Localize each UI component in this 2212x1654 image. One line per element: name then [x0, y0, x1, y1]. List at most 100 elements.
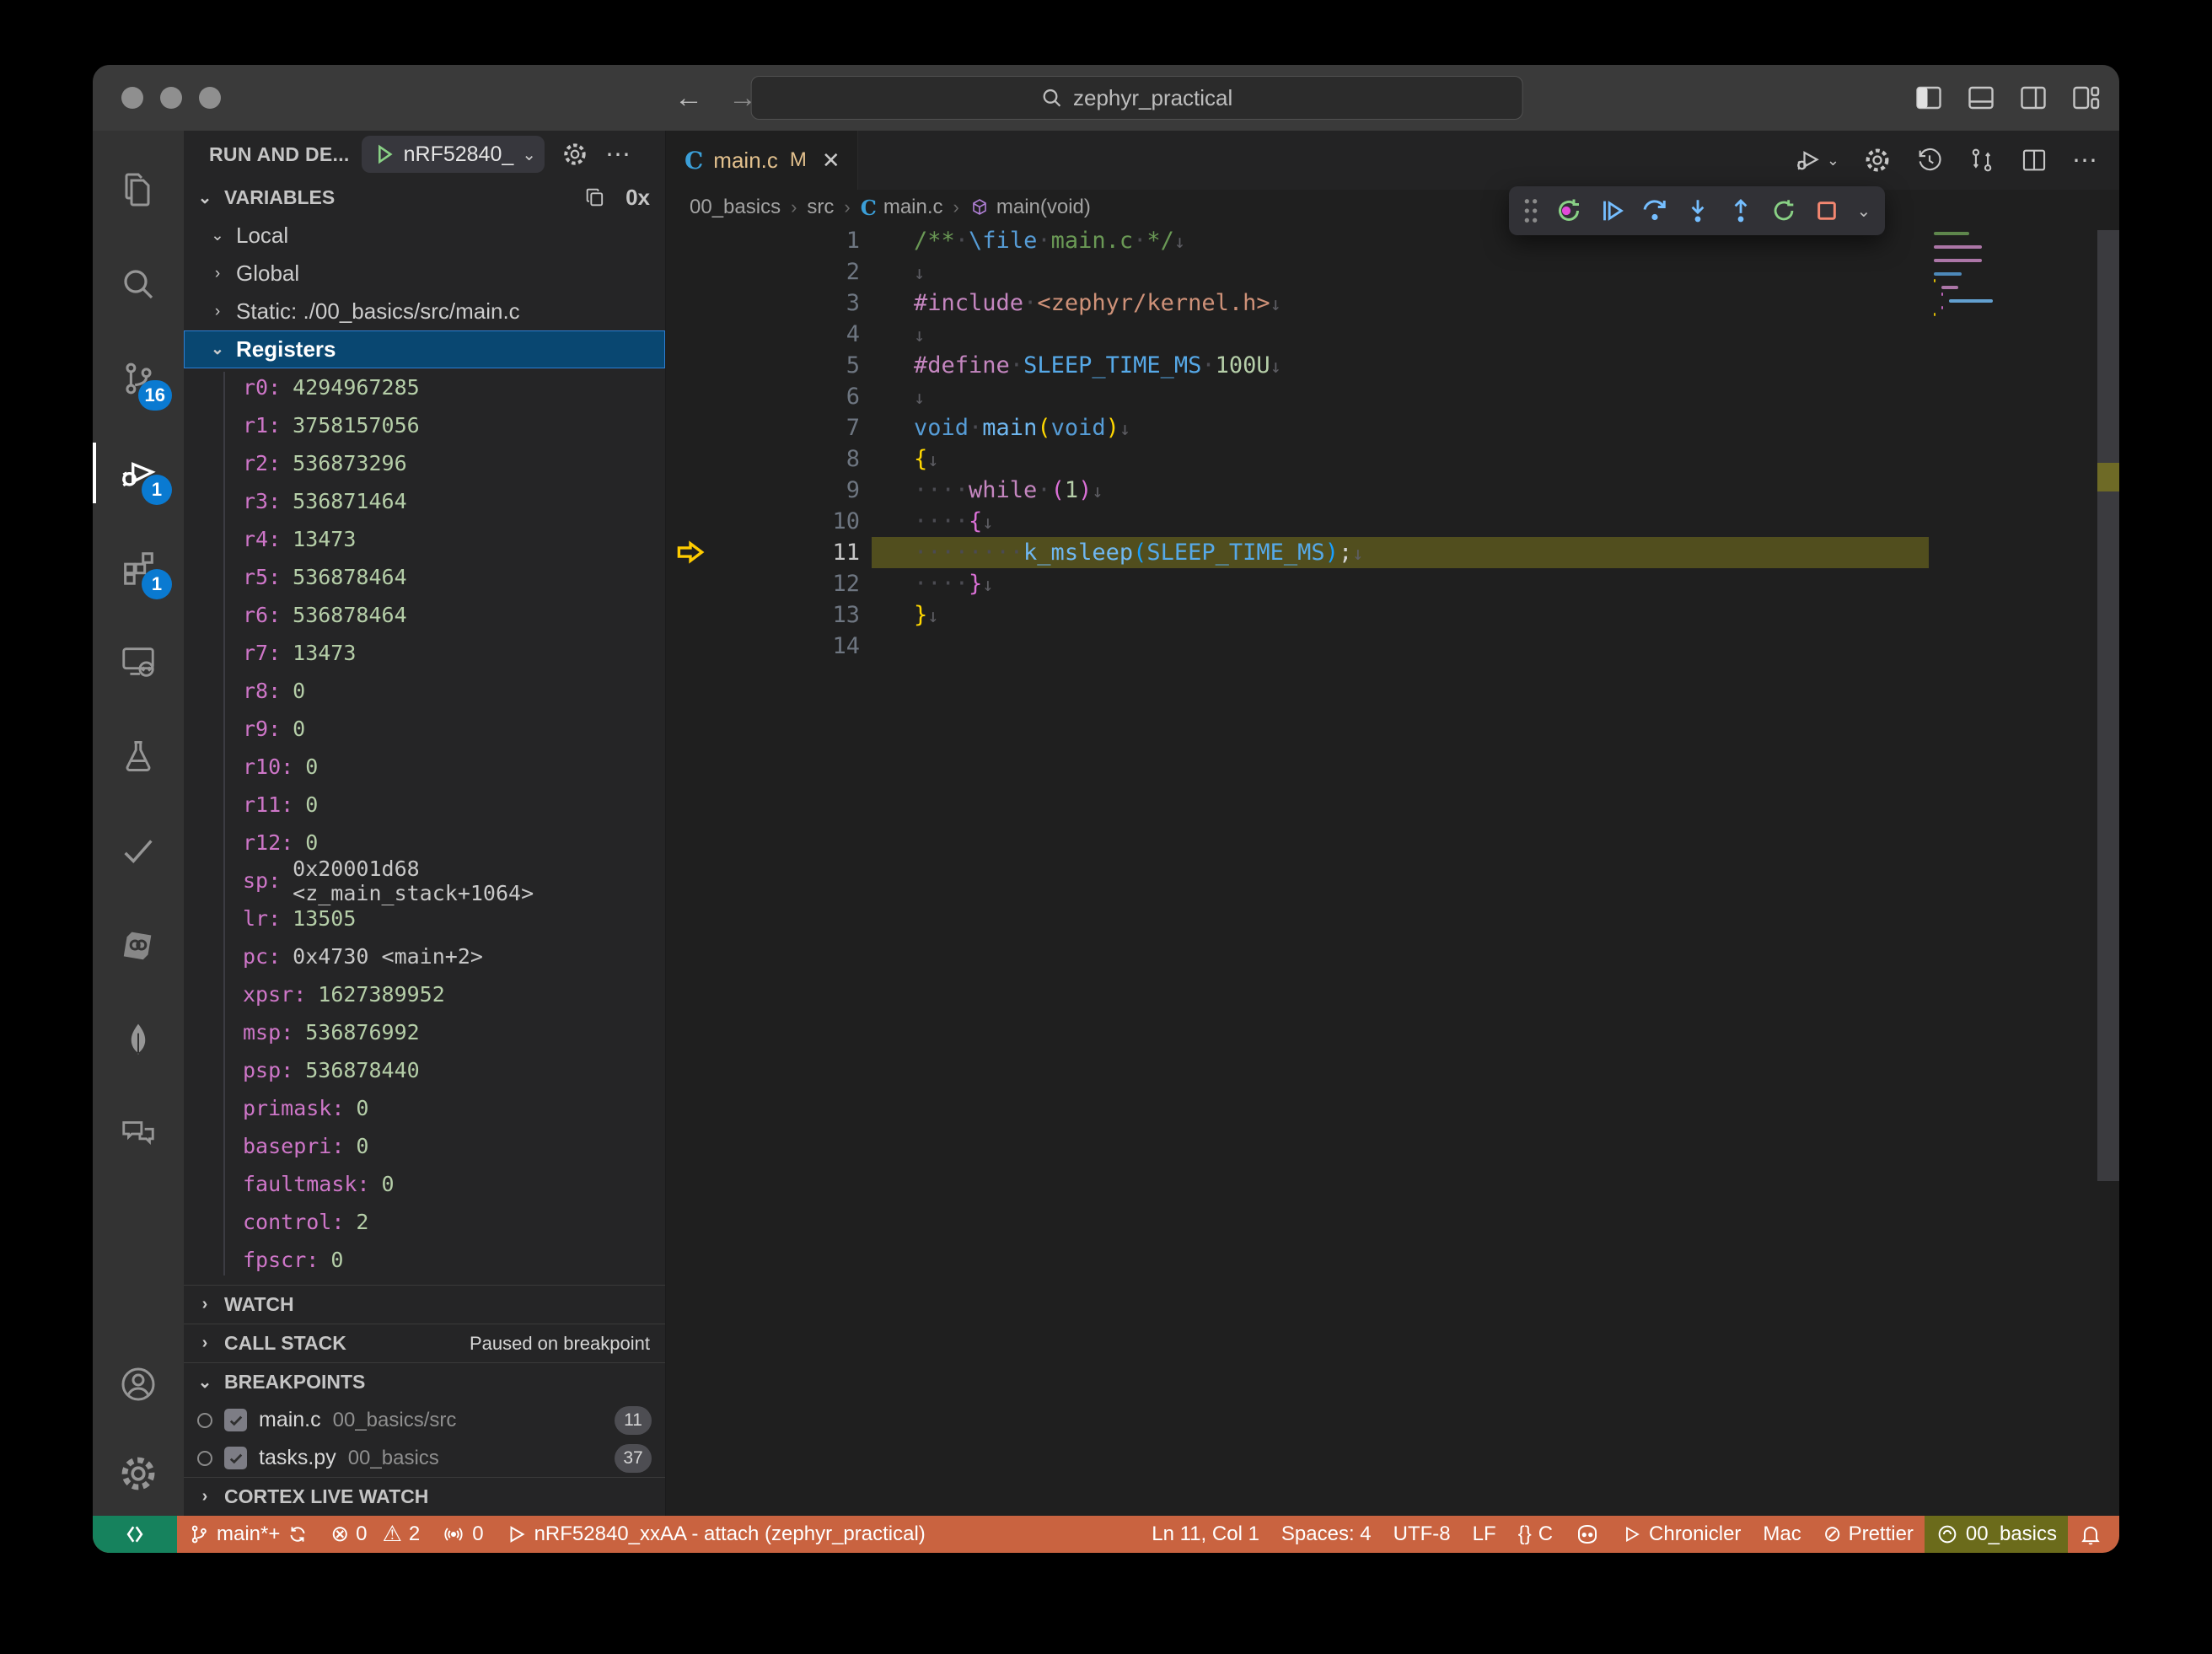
eol-item[interactable]: LF	[1462, 1516, 1507, 1553]
editor-scrollbar[interactable]	[2097, 225, 2119, 1516]
zoom-window-button[interactable]	[199, 87, 221, 109]
code-line[interactable]: 2↓	[666, 256, 2119, 287]
explorer-icon[interactable]	[93, 142, 184, 237]
tab-main-c[interactable]: C main.c M ✕	[666, 131, 858, 190]
toggle-panel-icon[interactable]	[1966, 83, 1996, 113]
debug-settings-gear-icon[interactable]	[561, 141, 588, 168]
register-row[interactable]: r3:536871464	[184, 482, 665, 520]
debug-config-dropdown[interactable]: nRF52840_ ⌄	[362, 136, 545, 173]
cortex-live-watch-header[interactable]: ›CORTEX LIVE WATCH	[184, 1477, 665, 1516]
code-line[interactable]: 8{↓	[666, 443, 2119, 475]
toggle-primary-sidebar-icon[interactable]	[1914, 83, 1944, 113]
command-center-search[interactable]: zephyr_practical	[751, 76, 1523, 120]
more-actions-icon[interactable]: ⋯	[605, 140, 632, 169]
continue-icon[interactable]	[1594, 192, 1629, 229]
cursor-position-item[interactable]: Ln 11, Col 1	[1141, 1516, 1270, 1553]
chevron-down-icon[interactable]: ⌄	[1827, 152, 1839, 169]
restart-icon[interactable]	[1767, 192, 1801, 229]
breadcrumb-item[interactable]: Cmain.c	[861, 196, 943, 220]
code-line[interactable]: 14	[666, 631, 2119, 662]
minimize-window-button[interactable]	[160, 87, 182, 109]
customize-layout-icon[interactable]	[2070, 83, 2101, 113]
register-row[interactable]: control:2	[184, 1203, 665, 1241]
register-row[interactable]: r7:13473	[184, 634, 665, 672]
source-control-icon[interactable]: 16	[93, 331, 184, 426]
stop-icon[interactable]	[1810, 192, 1844, 229]
search-view-icon[interactable]	[93, 237, 184, 331]
register-row[interactable]: r1:3758157056	[184, 406, 665, 444]
indentation-item[interactable]: Spaces: 4	[1270, 1516, 1382, 1553]
close-window-button[interactable]	[121, 87, 143, 109]
editor-settings-gear-icon[interactable]	[1863, 146, 1892, 175]
scope-global[interactable]: ›Global	[184, 255, 665, 293]
code-line[interactable]: 13}↓	[666, 599, 2119, 631]
split-editor-icon[interactable]	[2020, 146, 2048, 175]
code-line[interactable]: 9····while·(1)↓	[666, 475, 2119, 506]
extensions-icon[interactable]: 1	[93, 520, 184, 615]
start-debug-icon[interactable]	[373, 143, 395, 165]
register-row[interactable]: r5:536878464	[184, 558, 665, 596]
scope-registers[interactable]: ⌄Registers	[184, 330, 665, 368]
register-row[interactable]: primask:0	[184, 1089, 665, 1127]
code-line[interactable]: 12····}↓	[666, 568, 2119, 599]
debug-run-icon[interactable]	[1793, 145, 1823, 175]
prettier-item[interactable]: ⊘Prettier	[1812, 1516, 1925, 1553]
register-row[interactable]: faultmask:0	[184, 1165, 665, 1203]
copy-value-icon[interactable]	[583, 185, 607, 209]
mongodb-leaf-icon[interactable]	[93, 992, 184, 1087]
debug-session-item[interactable]: nRF52840_xxAA - attach (zephyr_practical…	[495, 1516, 937, 1553]
remote-indicator[interactable]	[93, 1516, 177, 1553]
breakpoint-circle-icon[interactable]	[197, 1451, 212, 1466]
register-row[interactable]: r10:0	[184, 748, 665, 786]
code-line[interactable]: 10····{↓	[666, 506, 2119, 537]
register-row[interactable]: xpsr:1627389952	[184, 975, 665, 1013]
scrollbar-slider[interactable]	[2097, 230, 2119, 1181]
register-row[interactable]: psp:536878440	[184, 1051, 665, 1089]
code-line[interactable]: 7void·main(void)↓	[666, 412, 2119, 443]
register-row[interactable]: r0:4294967285	[184, 368, 665, 406]
register-row[interactable]: basepri:0	[184, 1127, 665, 1165]
task-check-icon[interactable]	[93, 803, 184, 898]
chronicler-item[interactable]: Chronicler	[1611, 1516, 1752, 1553]
breakpoint-checkbox[interactable]	[224, 1409, 247, 1431]
run-and-debug-icon[interactable]: 1	[93, 426, 184, 520]
register-row[interactable]: r2:536873296	[184, 444, 665, 482]
variables-section-header[interactable]: ⌄ VARIABLES 0x	[184, 178, 665, 217]
code-line[interactable]: 3#include·<zephyr/kernel.h>↓	[666, 287, 2119, 319]
traffic-lights[interactable]	[121, 87, 221, 109]
git-branch-item[interactable]: main*+	[177, 1516, 319, 1553]
watch-section-header[interactable]: ›WATCH	[184, 1285, 665, 1324]
register-row[interactable]: r4:13473	[184, 520, 665, 558]
register-row[interactable]: msp:536876992	[184, 1013, 665, 1051]
register-row[interactable]: fpscr:0	[184, 1241, 665, 1279]
register-row[interactable]: r11:0	[184, 786, 665, 824]
mac-item[interactable]: Mac	[1752, 1516, 1812, 1553]
breadcrumb-item[interactable]: src	[807, 196, 834, 219]
more-editor-actions-icon[interactable]: ⋯	[2072, 146, 2097, 175]
remote-explorer-icon[interactable]	[93, 615, 184, 709]
account-icon[interactable]	[93, 1337, 184, 1431]
breadcrumb-item[interactable]: 00_basics	[690, 196, 781, 219]
encoding-item[interactable]: UTF-8	[1382, 1516, 1462, 1553]
timeline-history-icon[interactable]	[1915, 146, 1944, 175]
register-row[interactable]: r9:0	[184, 710, 665, 748]
code-line[interactable]: 4↓	[666, 319, 2119, 350]
toggle-secondary-sidebar-icon[interactable]	[2018, 83, 2048, 113]
breakpoints-section-header[interactable]: ⌄BREAKPOINTS	[184, 1362, 665, 1401]
settings-gear-icon[interactable]	[93, 1431, 184, 1516]
breakpoint-checkbox[interactable]	[224, 1447, 247, 1469]
call-stack-section-header[interactable]: ›CALL STACK Paused on breakpoint	[184, 1324, 665, 1362]
language-mode-item[interactable]: {}C	[1507, 1516, 1564, 1553]
open-changes-icon[interactable]	[1968, 146, 1996, 175]
reset-device-icon[interactable]	[1551, 192, 1586, 229]
code-line[interactable]: 5#define·SLEEP_TIME_MS·100U↓	[666, 350, 2119, 381]
close-tab-icon[interactable]: ✕	[822, 148, 840, 174]
workspace-item[interactable]: 00_basics	[1925, 1516, 2068, 1553]
register-row[interactable]: r6:536878464	[184, 596, 665, 634]
breakpoint-row[interactable]: tasks.py00_basics37	[184, 1439, 665, 1477]
copilot-item[interactable]	[1564, 1516, 1611, 1553]
problems-item[interactable]: ⊗0 ⚠2	[319, 1516, 431, 1553]
go-back-icon[interactable]: ←	[674, 82, 703, 115]
hex-toggle-button[interactable]: 0x	[625, 185, 650, 211]
code-line[interactable]: 6↓	[666, 381, 2119, 412]
